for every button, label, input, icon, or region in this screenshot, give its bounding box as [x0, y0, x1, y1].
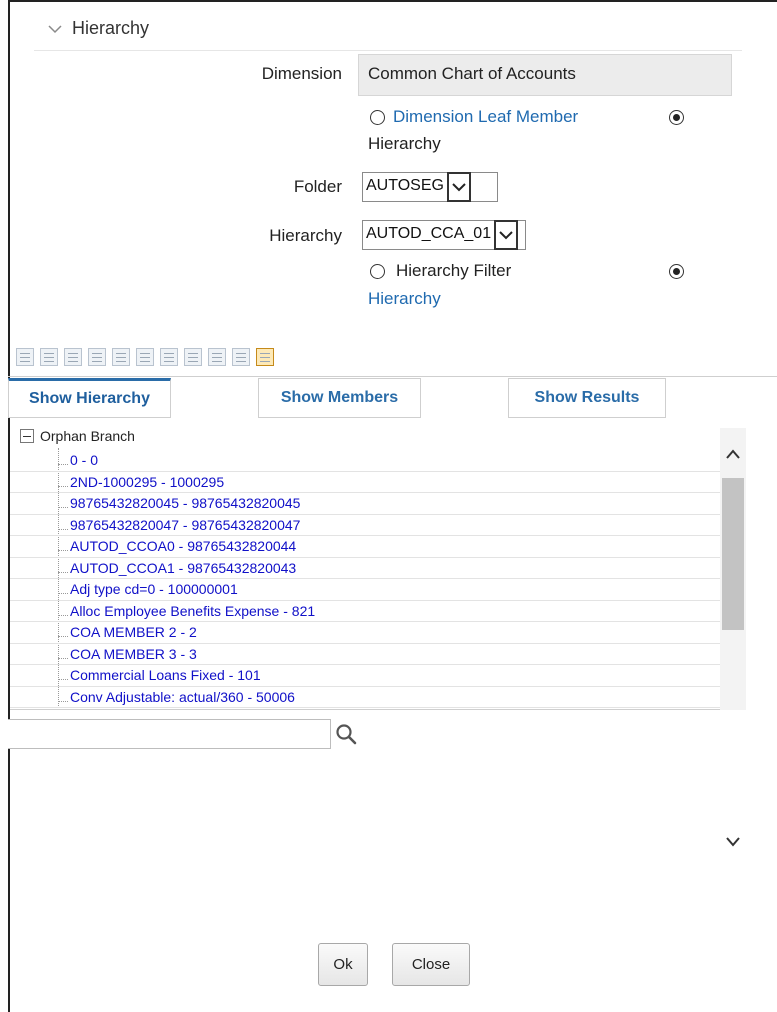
tree-scrollbar[interactable]: [720, 428, 746, 710]
tree-connector: [58, 700, 68, 702]
tree-connector: [58, 485, 68, 487]
hierarchy-section-header[interactable]: Hierarchy: [48, 18, 149, 39]
tree-item[interactable]: AUTOD_CCOA1 - 98765432820043: [10, 558, 722, 579]
tree-connector: [58, 464, 68, 465]
tree-connector: [58, 571, 68, 573]
tree-item[interactable]: Adj type cd=0 - 100000001: [10, 579, 722, 601]
dimension-field: Common Chart of Accounts: [358, 54, 732, 96]
tree-item[interactable]: Commercial Loans Fixed - 101: [10, 665, 722, 687]
tree-item-label[interactable]: 0 - 0: [70, 452, 98, 468]
show-name-icon[interactable]: [160, 348, 178, 366]
tree-item[interactable]: AUTOD_CCOA0 - 98765432820044: [10, 536, 722, 558]
tree-item[interactable]: 98765432820045 - 98765432820045: [10, 493, 722, 515]
collapse-node-icon[interactable]: [20, 429, 34, 443]
radio-label-hierarchy-filter[interactable]: Hierarchy Filter: [396, 261, 511, 281]
expand-branch-icon[interactable]: [40, 348, 58, 366]
folder-select[interactable]: AUTOSEG: [362, 172, 498, 202]
hierarchy-toolbar: [16, 345, 274, 369]
tree-item-label[interactable]: COA MEMBER 3 - 3: [70, 646, 197, 662]
find-icon[interactable]: [16, 348, 34, 366]
tree-item-label[interactable]: AUTOD_CCOA1 - 98765432820043: [70, 560, 296, 576]
tree-item[interactable]: 0 - 0: [10, 450, 722, 472]
tree-item-label[interactable]: Commercial Loans Fixed - 101: [70, 667, 261, 683]
show-code-icon[interactable]: [136, 348, 154, 366]
radio-hierarchy[interactable]: [669, 110, 684, 125]
radio-hierarchy-2[interactable]: [669, 264, 684, 279]
chevron-down-icon[interactable]: [446, 172, 471, 202]
tab-show-members[interactable]: Show Members: [258, 378, 421, 418]
close-button[interactable]: Close: [392, 943, 470, 986]
search-input[interactable]: [8, 719, 331, 749]
tree-connector: [58, 593, 68, 594]
tree-item-label[interactable]: Alloc Employee Benefits Expense - 821: [70, 603, 315, 619]
tree-connector: [58, 657, 68, 659]
radio-dimension-leaf-member[interactable]: [370, 110, 385, 125]
org-chart-icon[interactable]: [208, 348, 226, 366]
scroll-down-arrow-icon[interactable]: [725, 836, 741, 848]
properties-icon[interactable]: [256, 348, 274, 366]
search-icon[interactable]: [334, 722, 358, 746]
dimension-label: Dimension: [261, 64, 342, 83]
tab-show-results[interactable]: Show Results: [508, 378, 666, 418]
tree-connector: [58, 636, 68, 637]
scrollbar-thumb[interactable]: [722, 478, 744, 630]
list-view-icon[interactable]: [232, 348, 250, 366]
tree-item-label[interactable]: 98765432820045 - 98765432820045: [70, 495, 300, 511]
folder-label: Folder: [293, 177, 342, 196]
tree-item[interactable]: COA MEMBER 2 - 2: [10, 622, 722, 644]
radio-hierarchy-filter[interactable]: [370, 264, 385, 279]
tree-item[interactable]: Conv Adjustable: actual/360 - 50006: [10, 687, 722, 708]
tree-connector: [58, 679, 68, 680]
scroll-up-arrow-icon[interactable]: [725, 448, 741, 460]
tree-item[interactable]: COA MEMBER 3 - 3: [10, 644, 722, 665]
section-title: Hierarchy: [72, 18, 150, 38]
tree-connector: [58, 550, 68, 551]
tree-item-label[interactable]: 98765432820047 - 98765432820047: [70, 517, 300, 533]
tree-item-label[interactable]: 2ND-1000295 - 1000295: [70, 474, 224, 490]
tree-item-label[interactable]: Adj type cd=0 - 100000001: [70, 581, 238, 597]
radio-label-hierarchy: Hierarchy: [368, 134, 441, 153]
tree-connector: [58, 614, 68, 616]
level-icon[interactable]: [184, 348, 202, 366]
expand-all-icon[interactable]: [88, 348, 106, 366]
panel-top-border: [8, 0, 777, 2]
tab-show-hierarchy[interactable]: Show Hierarchy: [8, 378, 171, 418]
radio-label-dimension-leaf-member[interactable]: Dimension Leaf Member: [393, 107, 578, 127]
hierarchy-tree: Orphan Branch 0 - 0 2ND-1000295 - 100029…: [10, 424, 746, 710]
hierarchy-select-value: AUTOD_CCA_01: [366, 225, 492, 242]
hierarchy-label: Hierarchy: [269, 226, 342, 245]
tree-connector: [58, 507, 68, 508]
radio-label-hierarchy-2[interactable]: Hierarchy: [368, 289, 441, 309]
tree-item[interactable]: Alloc Employee Benefits Expense - 821: [10, 601, 722, 622]
tree-root-node[interactable]: Orphan Branch: [20, 428, 135, 444]
tree-item-label[interactable]: AUTOD_CCOA0 - 98765432820044: [70, 538, 296, 554]
collapse-all-icon[interactable]: [112, 348, 130, 366]
folder-select-value: AUTOSEG: [366, 177, 444, 194]
tree-item-label[interactable]: COA MEMBER 2 - 2: [70, 624, 197, 640]
tree-item[interactable]: 2ND-1000295 - 1000295: [10, 472, 722, 493]
section-divider: [34, 50, 742, 51]
ok-button[interactable]: Ok: [318, 943, 368, 986]
hierarchy-select[interactable]: AUTOD_CCA_01: [362, 220, 526, 250]
chevron-down-icon[interactable]: [494, 220, 519, 250]
tree-item-label[interactable]: Conv Adjustable: actual/360 - 50006: [70, 689, 295, 705]
collapse-branch-icon[interactable]: [64, 348, 82, 366]
tree-connector: [58, 528, 68, 530]
tree-item[interactable]: 98765432820047 - 98765432820047: [10, 515, 722, 536]
tab-bar-line: [8, 376, 777, 377]
tree-root-label: Orphan Branch: [40, 428, 135, 444]
tree-item[interactable]: Conventional Fixed - 10001: [10, 708, 722, 709]
chevron-down-icon: [48, 24, 62, 33]
